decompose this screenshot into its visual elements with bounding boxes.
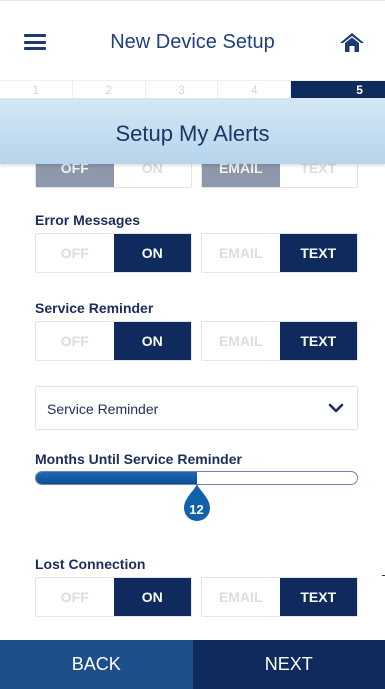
channel-toggle[interactable]: EMAIL TEXT xyxy=(201,577,358,617)
on-option[interactable]: ON xyxy=(113,234,191,272)
alert-row-lost-connection: Lost Connection OFF ON EMAIL TEXT xyxy=(35,556,358,626)
on-option[interactable]: ON xyxy=(113,578,191,616)
home-icon[interactable] xyxy=(339,31,365,53)
slider-label: Months Until Service Reminder xyxy=(35,451,242,467)
app-header: New Device Setup xyxy=(0,0,385,80)
alert-row-service-reminder: Service Reminder OFF ON EMAIL TEXT xyxy=(35,300,358,370)
alert-label: Service Reminder xyxy=(35,300,154,316)
section-title: Setup My Alerts xyxy=(115,121,270,146)
off-option[interactable]: OFF xyxy=(36,322,114,360)
email-option[interactable]: EMAIL xyxy=(202,234,280,272)
channel-toggle[interactable]: EMAIL TEXT xyxy=(201,321,358,361)
step-2[interactable]: 2 xyxy=(73,81,146,98)
slider-thumb[interactable]: 12 xyxy=(183,484,211,524)
off-option[interactable]: OFF xyxy=(36,578,114,616)
page-title: New Device Setup xyxy=(110,31,275,53)
months-slider-track[interactable] xyxy=(35,471,358,485)
slider-value: 12 xyxy=(189,502,204,517)
channel-toggle[interactable]: EMAIL TEXT xyxy=(201,233,358,273)
select-value: Service Reminder xyxy=(47,401,159,417)
footer-nav: BACK NEXT xyxy=(0,640,385,689)
onoff-toggle[interactable]: OFF ON xyxy=(35,321,192,361)
on-option[interactable]: ON xyxy=(113,322,191,360)
email-option[interactable]: EMAIL xyxy=(202,578,280,616)
onoff-toggle[interactable]: OFF ON xyxy=(35,577,192,617)
step-indicator: 1 2 3 4 5 xyxy=(0,80,385,98)
back-button[interactable]: BACK xyxy=(0,640,193,689)
step-4[interactable]: 4 xyxy=(218,81,292,98)
next-button[interactable]: NEXT xyxy=(192,640,385,689)
alert-label: Error Messages xyxy=(35,212,141,228)
alert-row-error-messages: Error Messages OFF ON EMAIL TEXT xyxy=(35,212,358,282)
step-1[interactable]: 1 xyxy=(0,81,73,98)
chevron-down-icon xyxy=(328,403,344,413)
text-option[interactable]: TEXT xyxy=(279,322,357,360)
text-option[interactable]: TEXT xyxy=(279,234,357,272)
step-5-active[interactable]: 5 xyxy=(291,81,385,98)
text-option[interactable]: TEXT xyxy=(279,578,357,616)
step-3[interactable]: 3 xyxy=(146,81,219,98)
section-banner: Setup My Alerts xyxy=(0,98,385,164)
off-option[interactable]: OFF xyxy=(36,234,114,272)
alerts-list[interactable]: OFF ON EMAIL TEXT Error Messages OFF ON … xyxy=(0,164,385,640)
slider-fill xyxy=(36,472,197,484)
service-reminder-select[interactable]: Service Reminder xyxy=(35,386,358,430)
email-option[interactable]: EMAIL xyxy=(202,322,280,360)
onoff-toggle[interactable]: OFF ON xyxy=(35,233,192,273)
alert-label: Lost Connection xyxy=(35,556,146,572)
